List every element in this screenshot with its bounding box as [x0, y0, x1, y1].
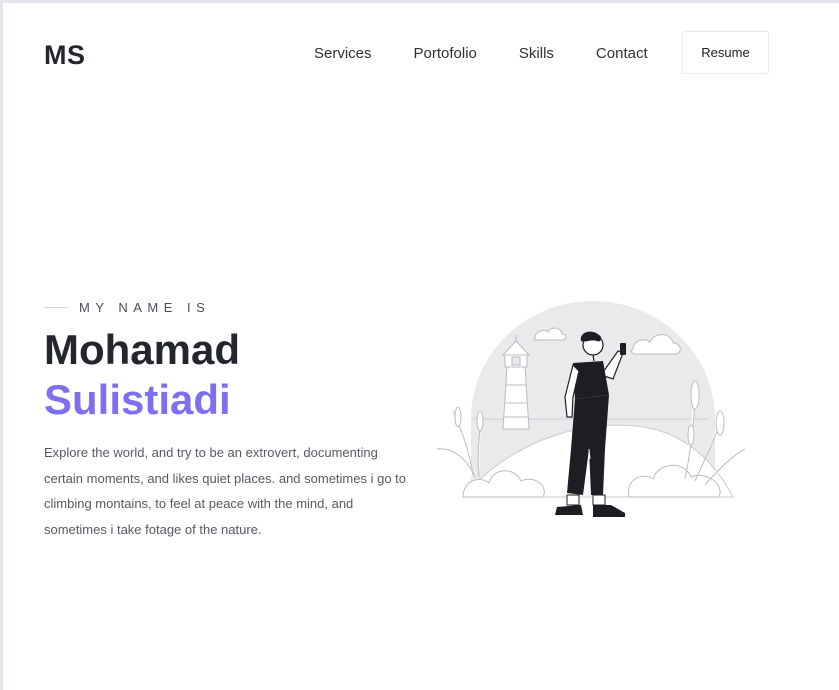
man-with-phone-lighthouse-illustration	[436, 301, 746, 517]
phone-icon	[620, 343, 626, 355]
nav-link-portfolio[interactable]: Portofolio	[414, 45, 477, 62]
hero-eyebrow: MY NAME IS	[44, 300, 210, 315]
resume-button[interactable]: Resume	[682, 31, 769, 74]
nav-link-skills[interactable]: Skills	[519, 45, 554, 62]
nav-link-services[interactable]: Services	[314, 45, 372, 62]
page: MS Services Portofolio Skills Contact Re…	[3, 3, 839, 690]
nav-link-contact[interactable]: Contact	[596, 45, 648, 62]
hero-bio: Explore the world, and try to be an extr…	[44, 445, 407, 537]
site-logo[interactable]: MS	[44, 40, 86, 71]
eyebrow-text: MY NAME IS	[79, 300, 211, 315]
eyebrow-divider	[44, 307, 69, 308]
hero-first-name: Mohamad	[44, 326, 241, 373]
hero-last-name: Sulistiadi	[44, 376, 231, 423]
main-nav: Services Portofolio Skills Contact	[314, 45, 690, 62]
